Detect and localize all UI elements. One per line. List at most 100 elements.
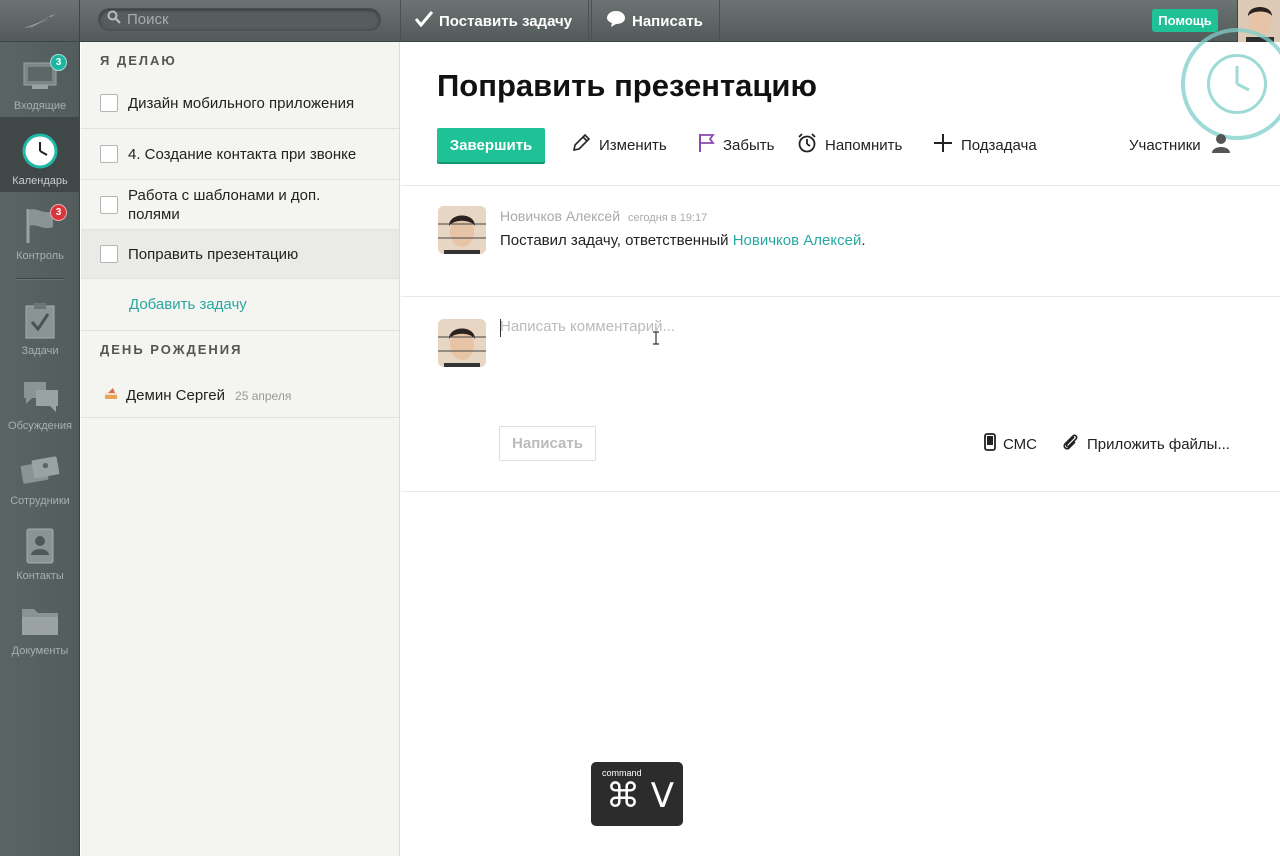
paperclip-icon — [1062, 433, 1080, 455]
nav-tasks-label: Задачи — [21, 345, 59, 357]
search-input[interactable] — [127, 11, 367, 28]
task-detail: Поправить презентацию Завершить Изменить… — [401, 28, 1280, 856]
activity-text: Поставил задачу, ответственный Новичков … — [500, 232, 866, 249]
task-checkbox[interactable] — [100, 195, 118, 214]
text-cursor-icon — [652, 331, 660, 349]
inbox-badge: 3 — [50, 54, 67, 71]
composer-avatar — [438, 319, 486, 367]
task-item-label: 4. Создание контакта при звонке — [128, 145, 357, 163]
cake-icon — [104, 386, 118, 405]
submit-comment-button[interactable]: Написать — [499, 426, 596, 461]
chat-bubbles-icon — [20, 376, 60, 416]
address-book-icon — [20, 526, 60, 566]
author-name[interactable]: Новичков Алексей — [500, 208, 620, 224]
create-task-button[interactable]: Поставить задачу — [400, 0, 590, 42]
remind-button[interactable]: Напомнить — [797, 128, 902, 162]
write-message-button[interactable]: Написать — [591, 0, 720, 42]
birthday-section-title: ДЕНЬ РОЖДЕНИЯ — [100, 342, 243, 357]
keystroke-keys: ⌘ V — [606, 776, 675, 816]
sms-toggle[interactable]: СМС — [984, 433, 1037, 455]
scheduled-stamp-icon — [1181, 28, 1280, 140]
nav-documents-label: Документы — [11, 645, 69, 657]
clipboard-check-icon — [20, 301, 60, 341]
activity-text-suffix: . — [861, 232, 866, 249]
nav-discussions-label: Обсуждения — [8, 420, 72, 432]
forget-label: Забыть — [723, 136, 775, 154]
folder-icon — [20, 601, 60, 641]
app-logo[interactable] — [0, 0, 80, 42]
participants-label: Участники — [1129, 136, 1201, 154]
nav-calendar-label: Календарь — [12, 175, 68, 187]
task-checkbox[interactable] — [100, 94, 118, 112]
add-task-link[interactable]: Добавить задачу — [129, 296, 247, 313]
activity-time: сегодня в 19:17 — [628, 212, 708, 224]
complete-button[interactable]: Завершить — [437, 128, 545, 162]
assignee-link[interactable]: Новичков Алексей — [733, 232, 862, 249]
write-label: Написать — [632, 12, 703, 30]
text-caret — [500, 319, 501, 337]
help-button[interactable]: Помощь — [1152, 9, 1218, 32]
nav-employees[interactable]: Сотрудники — [0, 437, 80, 512]
task-checkbox[interactable] — [100, 145, 118, 163]
left-navigation: 3 Входящие Календарь 3 Контроль Задачи О… — [0, 42, 80, 856]
task-checkbox[interactable] — [100, 245, 118, 263]
task-toolbar: Завершить Изменить Забыть Напомнить Подз… — [437, 128, 1237, 162]
create-task-label: Поставить задачу — [439, 12, 573, 30]
subtask-label: Подзадача — [961, 136, 1037, 154]
alarm-clock-icon — [797, 133, 817, 157]
subtask-button[interactable]: Подзадача — [933, 128, 1037, 162]
nav-tasks[interactable]: Задачи — [0, 287, 80, 362]
top-bar: Поставить задачу Написать Помощь — [0, 0, 1280, 42]
nav-control-label: Контроль — [16, 250, 64, 262]
nav-contacts[interactable]: Контакты — [0, 512, 80, 587]
header-divider — [401, 185, 1280, 186]
edit-label: Изменить — [599, 136, 667, 154]
doing-section-title: Я ДЕЛАЮ — [100, 53, 177, 68]
activity-author: Новичков Алексей сегодня в 19:17 — [500, 208, 707, 224]
comment-input[interactable] — [500, 318, 1240, 418]
section-divider — [81, 330, 399, 331]
task-list-panel: Я ДЕЛАЮ Дизайн мобильного приложения 4. … — [81, 42, 400, 856]
edit-button[interactable]: Изменить — [571, 128, 667, 162]
birthday-item[interactable]: Демин Сергей 25 апреля — [81, 374, 399, 418]
task-item-label: Дизайн мобильного приложения — [128, 94, 355, 112]
nav-contacts-label: Контакты — [16, 570, 64, 582]
sms-label: СМС — [1003, 435, 1037, 453]
nav-employees-label: Сотрудники — [10, 495, 70, 507]
birthday-name[interactable]: Демин Сергей — [126, 387, 225, 404]
attach-files-button[interactable]: Приложить файлы... — [1062, 433, 1230, 455]
keystroke-overlay: command ⌘ V — [591, 762, 683, 826]
activity-text-prefix: Поставил задачу, ответственный — [500, 232, 733, 249]
task-item-selected[interactable]: Поправить презентацию — [81, 230, 399, 279]
nav-inbox-label: Входящие — [13, 100, 67, 112]
nav-calendar[interactable]: Календарь — [0, 117, 80, 192]
forget-button[interactable]: Забыть — [697, 128, 774, 162]
flag-outline-icon — [697, 133, 715, 157]
pencil-icon — [571, 133, 591, 157]
clock-icon — [20, 131, 60, 171]
task-item-label: Поправить презентацию — [128, 245, 299, 263]
participants-button[interactable]: Участники — [1129, 128, 1231, 162]
author-avatar[interactable] — [438, 206, 486, 254]
person-icon — [1211, 133, 1231, 157]
nav-documents[interactable]: Документы — [0, 587, 80, 662]
search-box[interactable] — [98, 8, 381, 31]
remind-label: Напомнить — [825, 136, 903, 154]
task-title: Поправить презентацию — [437, 68, 817, 103]
nav-separator — [16, 278, 64, 279]
task-item[interactable]: Дизайн мобильного приложения — [81, 78, 399, 129]
task-item[interactable]: 4. Создание контакта при звонке — [81, 129, 399, 180]
task-item-label: Работа с шаблонами и доп. полями — [128, 186, 321, 223]
task-item[interactable]: Работа с шаблонами и доп. полями — [81, 180, 399, 230]
flag-icon: 3 — [20, 204, 67, 246]
plus-icon — [933, 133, 953, 157]
control-badge: 3 — [50, 204, 67, 221]
search-icon — [107, 10, 121, 29]
speech-bubble-icon — [606, 10, 626, 32]
nav-discussions[interactable]: Обсуждения — [0, 362, 80, 437]
phone-icon — [984, 433, 996, 455]
nav-control[interactable]: 3 Контроль — [0, 192, 80, 267]
composer-divider — [401, 491, 1280, 492]
id-cards-icon — [20, 451, 60, 491]
nav-inbox[interactable]: 3 Входящие — [0, 42, 80, 117]
